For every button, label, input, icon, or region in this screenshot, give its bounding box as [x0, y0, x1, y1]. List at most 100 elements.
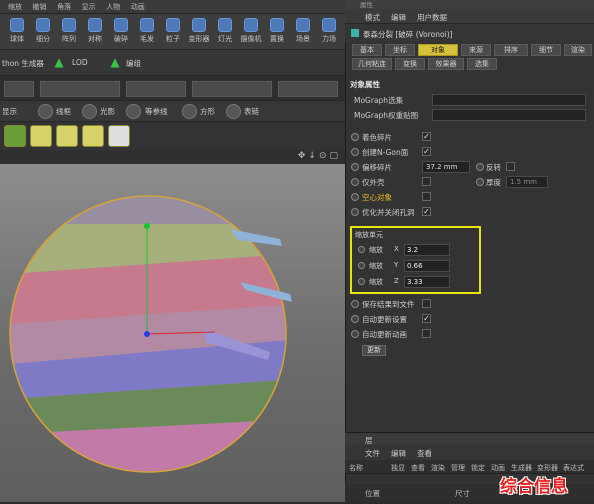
menu-mode[interactable]: 模式 — [365, 12, 380, 23]
tool-deformer-button[interactable]: 变形器 — [186, 16, 212, 48]
auto-update-checkbox[interactable]: ✓ — [422, 314, 431, 323]
tab-geometry-glue[interactable]: 几何粘连 — [352, 58, 392, 70]
layers-menu-view[interactable]: 查看 — [417, 448, 432, 459]
scale-x-input[interactable]: 3.2 — [404, 244, 450, 256]
mograph-weight-row: MoGraph权重贴图 — [350, 109, 590, 122]
top-label[interactable]: 角落 — [57, 2, 71, 12]
update-button[interactable]: 更新 — [362, 345, 386, 356]
auto-update-anim-checkbox[interactable] — [422, 329, 431, 338]
offset-row: 偏移碎片 37.2 mm 反转 — [350, 161, 590, 174]
ngon-checkbox[interactable]: ✓ — [422, 147, 431, 156]
mograph-weight-field[interactable] — [432, 109, 586, 121]
tool-camera-button[interactable]: 摄像机 — [238, 16, 264, 48]
segment-bar[interactable] — [4, 81, 34, 97]
lod-label[interactable]: LOD — [72, 58, 88, 67]
3d-viewport[interactable] — [0, 164, 345, 502]
color-fragments-checkbox[interactable]: ✓ — [422, 132, 431, 141]
tab-object[interactable]: 对象 — [418, 44, 458, 56]
tool-particles-button[interactable]: 粒子 — [160, 16, 186, 48]
layers-menu: 文件 编辑 查看 — [345, 445, 594, 460]
camera-icon — [244, 18, 258, 32]
tab-transform[interactable]: 变换 — [395, 58, 425, 70]
view-menu-item[interactable]: 等参线 — [145, 106, 168, 117]
top-label[interactable]: 缩放 — [8, 2, 22, 12]
displace-icon — [270, 18, 284, 32]
cube-icon[interactable] — [182, 104, 197, 119]
segment-bar[interactable] — [40, 81, 120, 97]
viewport-nav-icons[interactable]: ✥↓⊙▢ — [298, 151, 341, 161]
view-menu-item[interactable]: 线框 — [56, 106, 71, 117]
thickness-input[interactable]: 1.5 mm — [506, 176, 548, 188]
light-bulb-button[interactable] — [108, 125, 130, 147]
top-label[interactable]: 动画 — [131, 2, 145, 12]
warning-icon[interactable] — [226, 104, 241, 119]
tab-detail[interactable]: 细节 — [531, 44, 561, 56]
panel-title: 属性 — [360, 1, 373, 9]
layers-menu-edit[interactable]: 编辑 — [391, 448, 406, 459]
segment-bar[interactable] — [192, 81, 272, 97]
offset-input[interactable]: 37.2 mm — [422, 161, 470, 173]
menu-edit[interactable]: 编辑 — [391, 12, 406, 23]
tab-selections[interactable]: 选集 — [467, 58, 497, 70]
save-result-checkbox[interactable] — [422, 299, 431, 308]
grid-mode-button[interactable] — [56, 125, 78, 147]
color-fragments-row: 着色碎片 ✓ — [350, 131, 590, 144]
tool-light-button[interactable]: 灯光 — [212, 16, 238, 48]
light-icon — [218, 18, 232, 32]
tab-render[interactable]: 渲染 — [564, 44, 592, 56]
tab-coord[interactable]: 坐标 — [385, 44, 415, 56]
menu-user-data[interactable]: 用户数据 — [417, 12, 447, 23]
tab-effectors[interactable]: 效果器 — [428, 58, 464, 70]
top-label[interactable]: 撤销 — [33, 2, 47, 12]
segment-bar[interactable] — [126, 81, 186, 97]
tab-sort[interactable]: 排序 — [494, 44, 528, 56]
group-tree-icon: ▲ — [110, 55, 120, 69]
polygon-mode-button[interactable] — [4, 125, 26, 147]
view-menu-item[interactable]: 显示 — [2, 106, 17, 117]
tool-force-button[interactable]: 力场 — [316, 16, 342, 48]
optimize-checkbox[interactable]: ✓ — [422, 207, 431, 216]
scale-section-title[interactable]: 缩放单元 — [355, 230, 383, 240]
view-menu-item[interactable]: 方形 — [200, 106, 215, 117]
segment-bar[interactable] — [278, 81, 338, 97]
panel-title-bar: 属性 — [345, 0, 594, 9]
view-menu-item[interactable]: 光影 — [100, 106, 115, 117]
tool-subdivide-button[interactable]: 细分 — [30, 16, 56, 48]
camera-mode-button[interactable] — [82, 125, 104, 147]
edge-mode-button[interactable] — [30, 125, 52, 147]
python-generator-label[interactable]: thon 生成器 — [2, 58, 44, 69]
tool-displace-button[interactable]: 置换 — [264, 16, 290, 48]
group-label[interactable]: 编组 — [126, 58, 141, 69]
axis-origin-handle — [144, 331, 150, 337]
globe-icon[interactable] — [82, 104, 97, 119]
object-toolbar: 球体 细分 阵列 对称 破碎 毛发 粒子 变形器 灯光 摄像机 置换 场景 力场 — [0, 14, 345, 50]
segment-bar-row — [0, 76, 345, 102]
top-label[interactable]: 显示 — [82, 2, 96, 12]
mograph-selection-field[interactable] — [432, 94, 586, 106]
tab-sources[interactable]: 来源 — [461, 44, 491, 56]
invert-checkbox[interactable] — [506, 162, 515, 171]
scale-y-input[interactable]: 0.66 — [404, 260, 450, 272]
shell-only-checkbox[interactable] — [422, 177, 431, 186]
tool-array-button[interactable]: 阵列 — [56, 16, 82, 48]
tool-symmetry-button[interactable]: 对称 — [82, 16, 108, 48]
y-axis-handle — [144, 223, 150, 229]
gear-icon[interactable] — [38, 104, 53, 119]
scale-z-input[interactable]: 3.33 — [404, 276, 450, 288]
tab-basic[interactable]: 基本 — [352, 44, 382, 56]
particles-icon — [166, 18, 180, 32]
view-menu-item[interactable]: 表链 — [244, 106, 259, 117]
shading-icon[interactable] — [126, 104, 141, 119]
scale-y-row: 缩放 Y 0.66 — [354, 260, 478, 272]
hollow-object-checkbox[interactable] — [422, 192, 431, 201]
layers-menu-file[interactable]: 文件 — [365, 448, 380, 459]
tool-sphere-button[interactable]: 球体 — [4, 16, 30, 48]
object-name: 泰森分裂 [破碎 (Voronoi)] — [363, 30, 453, 39]
viewport-menu-row: 显示 线框 光影 等参线 方形 表链 — [0, 100, 345, 122]
tool-fracture-button[interactable]: 破碎 — [108, 16, 134, 48]
sphere-icon — [10, 18, 24, 32]
tool-scene-button[interactable]: 场景 — [290, 16, 316, 48]
tool-hair-button[interactable]: 毛发 — [134, 16, 160, 48]
top-label[interactable]: 人物 — [106, 2, 120, 12]
save-result-row: 保存结果到文件 — [350, 298, 590, 311]
